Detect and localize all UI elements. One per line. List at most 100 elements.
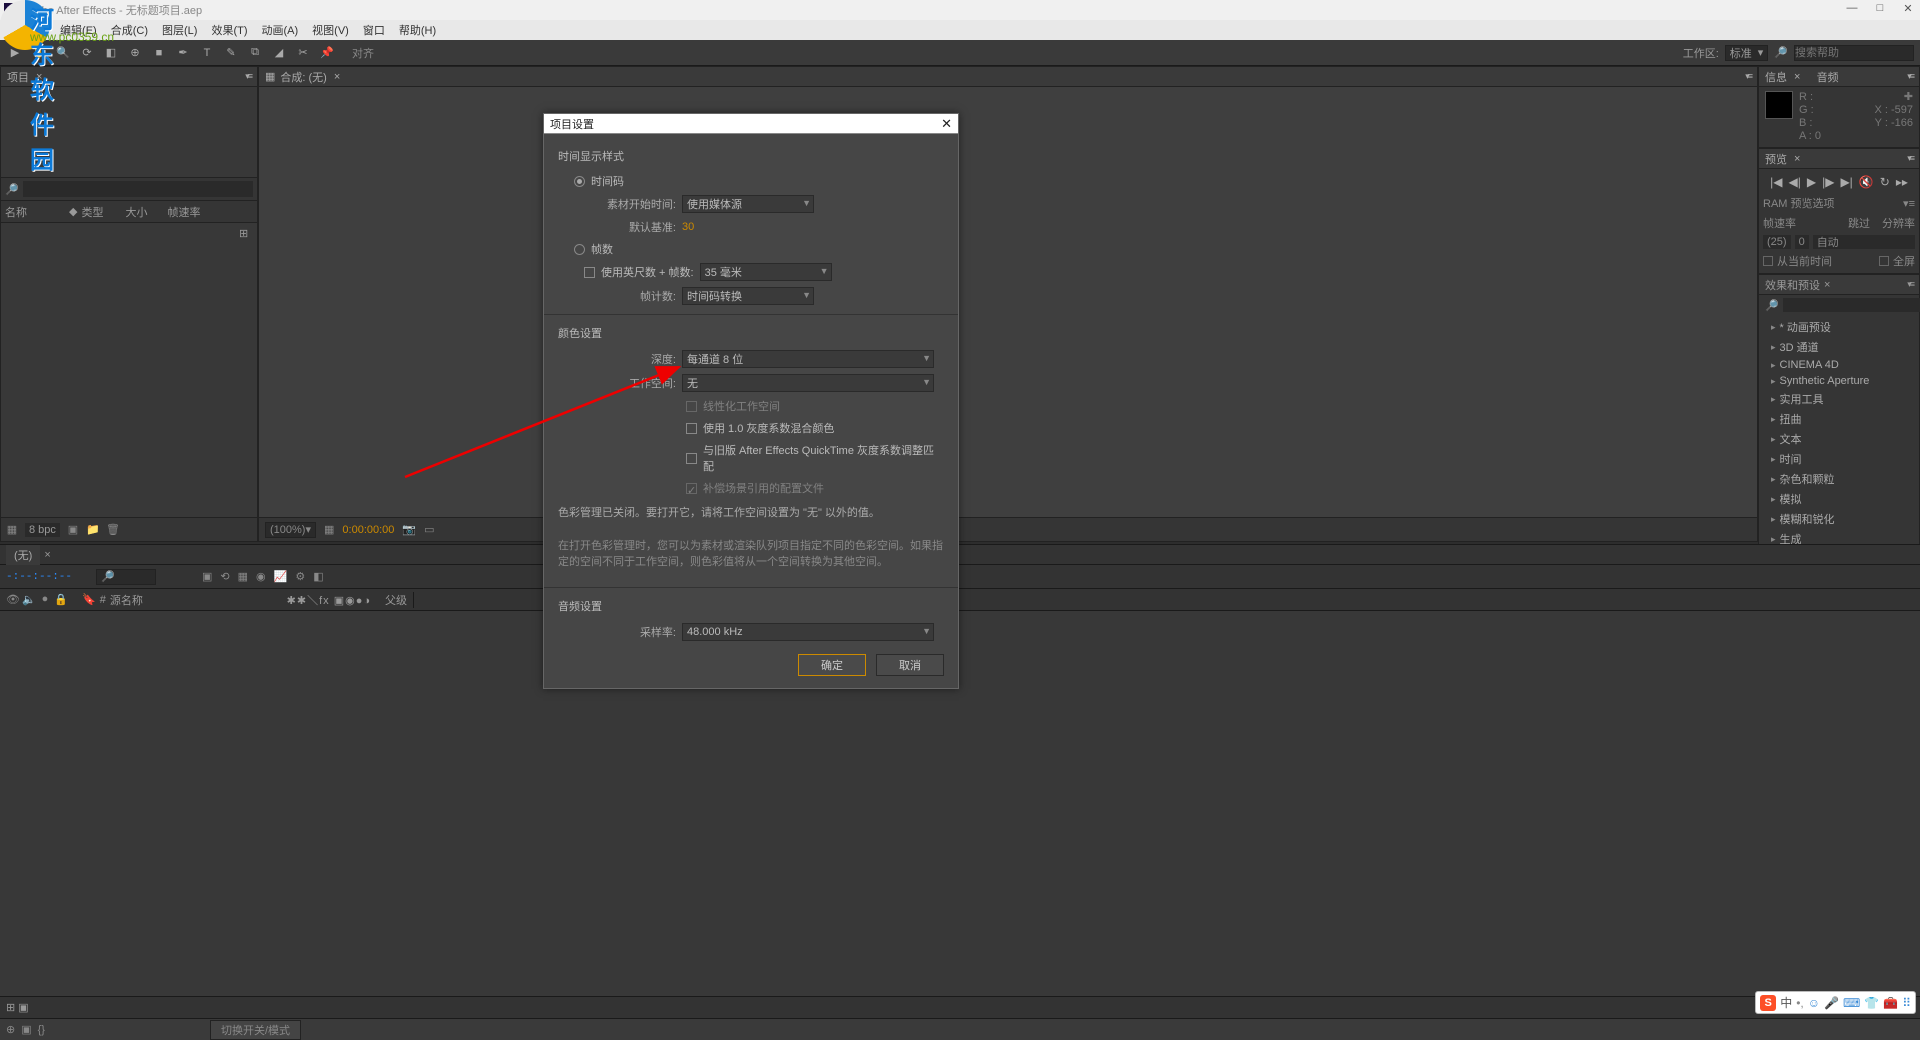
quicktime-gamma-checkbox[interactable] (686, 453, 697, 464)
frame-blend-icon[interactable]: ▦ (236, 570, 250, 583)
current-time-field[interactable]: -:--:--:-- (6, 571, 72, 583)
menu-help[interactable]: 帮助(H) (395, 22, 440, 38)
lock-col-icon[interactable]: 🔒 (54, 593, 68, 606)
first-frame-icon[interactable]: |◀ (1770, 175, 1782, 189)
project-item-list[interactable]: ⊞ (1, 223, 257, 517)
roto-tool-icon[interactable]: ✂ (294, 44, 312, 62)
sogou-icon[interactable]: S (1760, 995, 1776, 1011)
prev-frame-icon[interactable]: ◀| (1788, 175, 1800, 189)
new-folder-icon[interactable]: 📁 (86, 523, 100, 537)
toolbox-icon[interactable]: 🧰 (1883, 996, 1898, 1010)
keyboard-icon[interactable]: ⌨ (1843, 996, 1860, 1010)
ram-icon[interactable]: ▸▸ (1896, 175, 1908, 189)
camera-tool-icon[interactable]: ◧ (102, 44, 120, 62)
interpret-footage-icon[interactable]: ▦ (5, 523, 19, 537)
help-search-input[interactable] (1794, 45, 1914, 61)
source-name-col[interactable]: 源名称 (110, 592, 143, 608)
parent-col[interactable]: 父级 (385, 592, 407, 608)
text-tool-icon[interactable]: T (198, 44, 216, 62)
fx-category[interactable]: 时间 (1759, 449, 1919, 469)
preview-tab[interactable]: 预览 (1765, 151, 1787, 167)
fps-field[interactable]: (25) (1763, 235, 1791, 249)
search-layer-input[interactable]: 🔎 (96, 569, 156, 585)
working-space-dropdown[interactable]: 无▼ (682, 374, 934, 392)
menu-file[interactable]: 文件(F) (6, 22, 50, 38)
res-field[interactable]: 自动 (1813, 235, 1915, 249)
fx-category[interactable]: CINEMA 4D (1759, 357, 1919, 373)
video-col-icon[interactable]: 👁 (6, 593, 20, 606)
rotate-tool-icon[interactable]: ⟳ (78, 44, 96, 62)
panel-menu-icon[interactable]: ▾≡ (245, 71, 251, 82)
fx-tab[interactable]: 效果和预设 (1765, 277, 1820, 293)
fx-category[interactable]: 3D 通道 (1759, 337, 1919, 357)
emoji-icon[interactable]: ☺ (1808, 996, 1820, 1010)
col-name[interactable]: 名称 (5, 204, 65, 220)
gamma-checkbox[interactable] (686, 423, 697, 434)
project-search-input[interactable] (23, 181, 253, 197)
ime-lang[interactable]: 中 (1780, 994, 1792, 1011)
motion-blur-icon[interactable]: ◉ (254, 570, 268, 583)
next-frame-icon[interactable]: |▶ (1822, 175, 1834, 189)
timecode-radio[interactable] (574, 176, 585, 187)
depth-dropdown[interactable]: 每通道 8 位▼ (682, 350, 934, 368)
footage-start-dropdown[interactable]: 使用媒体源▼ (682, 195, 814, 213)
loop-icon[interactable]: ↻ (1880, 175, 1890, 189)
menu-edit[interactable]: 编辑(E) (56, 22, 101, 38)
eraser-tool-icon[interactable]: ◢ (270, 44, 288, 62)
brainstorm-icon[interactable]: ⚙ (293, 570, 307, 583)
status-icon2[interactable]: ▣ (21, 1023, 31, 1036)
col-fps[interactable]: 帧速率 (167, 204, 209, 220)
close-button[interactable]: ✕ (1898, 2, 1918, 15)
cancel-button[interactable]: 取消 (876, 654, 944, 676)
menu-comp[interactable]: 合成(C) (107, 22, 152, 38)
from-current-checkbox[interactable] (1763, 256, 1773, 266)
workspace-dropdown[interactable]: 标准 ▾ (1725, 45, 1769, 61)
frame-count-dropdown[interactable]: 时间码转换▼ (682, 287, 814, 305)
draft3d-icon[interactable]: ◧ (311, 570, 325, 583)
fx-category[interactable]: 实用工具 (1759, 389, 1919, 409)
fx-search-input[interactable] (1783, 298, 1920, 312)
shy-icon[interactable]: ⟲ (218, 570, 231, 583)
fx-category[interactable]: * 动画预设 (1759, 317, 1919, 337)
menu-window[interactable]: 窗口 (359, 22, 389, 38)
clone-tool-icon[interactable]: ⧉ (246, 44, 264, 62)
menu-layer[interactable]: 图层(L) (158, 22, 201, 38)
ok-button[interactable]: 确定 (798, 654, 866, 676)
menu-anim[interactable]: 动画(A) (258, 22, 303, 38)
dialog-close-icon[interactable]: ✕ (941, 116, 952, 132)
play-icon[interactable]: ▶ (1807, 175, 1816, 189)
delete-icon[interactable]: 🗑 (106, 523, 120, 537)
close-icon[interactable]: × (334, 71, 340, 83)
puppet-tool-icon[interactable]: 📌 (318, 44, 336, 62)
audio-tab[interactable]: 音频 (1817, 69, 1839, 85)
info-tab[interactable]: 信息 (1765, 69, 1787, 85)
audio-col-icon[interactable]: 🔈 (22, 593, 36, 606)
ime-toolbar[interactable]: S 中 •, ☺ 🎤 ⌨ 👕 🧰 ⠿ (1755, 991, 1916, 1014)
pen-tool-icon[interactable]: ✒ (174, 44, 192, 62)
solo-col-icon[interactable]: ● (38, 593, 52, 606)
region-icon[interactable]: ▭ (424, 523, 434, 536)
timeline-tab[interactable]: (无) (6, 545, 40, 565)
menu-view[interactable]: 视图(V) (308, 22, 353, 38)
fx-category[interactable]: 模拟 (1759, 489, 1919, 509)
minimize-button[interactable]: — (1842, 2, 1862, 15)
ram-options-label[interactable]: RAM 预览选项 (1763, 195, 1835, 211)
zoom-tool-icon[interactable]: 🔍 (54, 44, 72, 62)
sample-rate-dropdown[interactable]: 48.000 kHz▼ (682, 623, 934, 641)
viewer-stage[interactable] (259, 87, 1757, 517)
selection-tool-icon[interactable]: ▶ (6, 44, 24, 62)
bpc-button[interactable]: 8 bpc (25, 523, 60, 537)
skin-icon[interactable]: 👕 (1864, 996, 1879, 1010)
frames-radio[interactable] (574, 244, 585, 255)
project-tab[interactable]: 项目 (7, 69, 29, 85)
panel-menu-icon[interactable]: ▾≡ (1745, 71, 1751, 82)
expand-icon[interactable]: ⊞ ▣ (6, 1001, 29, 1014)
mic-icon[interactable]: 🎤 (1824, 996, 1839, 1010)
shape-tool-icon[interactable]: ■ (150, 44, 168, 62)
fullscreen-checkbox[interactable] (1879, 256, 1889, 266)
new-comp-icon[interactable]: ▣ (66, 523, 80, 537)
timeline-layers-area[interactable] (0, 611, 1920, 996)
graph-icon[interactable]: 📈 (272, 570, 290, 583)
hand-tool-icon[interactable]: ✋ (30, 44, 48, 62)
fx-category[interactable]: 文本 (1759, 429, 1919, 449)
